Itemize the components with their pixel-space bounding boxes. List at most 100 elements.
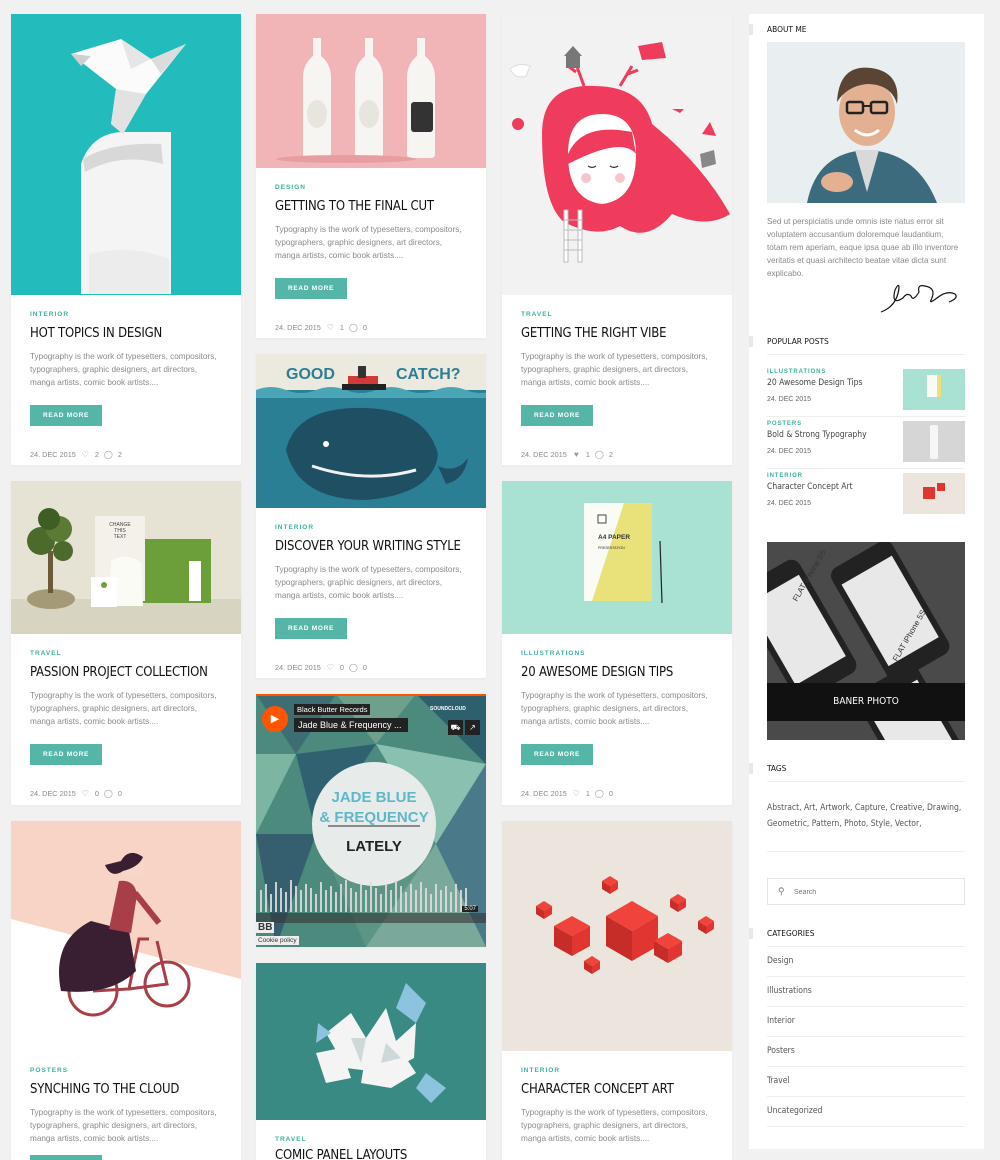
share-icon[interactable]: ↗ xyxy=(465,720,480,735)
heading-marker xyxy=(749,336,753,347)
categories-heading: CATEGORIES xyxy=(767,928,815,938)
post-category[interactable]: TRAVEL xyxy=(30,650,222,658)
read-more-button-partial[interactable] xyxy=(30,1155,102,1160)
heart-icon[interactable]: ♡ xyxy=(81,450,90,459)
soundcloud-embed: JADE BLUE & FREQUENCY LATELY ▶ Black But… xyxy=(256,694,486,947)
search-box[interactable]: ⚲ xyxy=(767,878,965,905)
whale-text-good: GOOD xyxy=(286,366,335,383)
post-date: 24. DEC 2015 xyxy=(275,323,321,332)
post-excerpt: Typography is the work of typesetters, c… xyxy=(30,691,217,726)
post-title[interactable]: DISCOVER YOUR WRITING STYLE xyxy=(275,539,467,555)
soundcloud-brand[interactable]: SOUNDCLOUD xyxy=(430,706,466,712)
search-icon[interactable]: ⚲ xyxy=(778,886,785,897)
comment-icon[interactable]: ◯ xyxy=(104,450,113,459)
post-category[interactable]: POSTERS xyxy=(30,1067,222,1075)
category-link-travel[interactable]: Travel xyxy=(767,1067,965,1097)
search-input[interactable] xyxy=(794,883,954,901)
post-title[interactable]: PASSION PROJECT COLLECTION xyxy=(30,665,222,681)
comment-icon[interactable]: ◯ xyxy=(349,323,358,332)
post-category[interactable]: INTERIOR xyxy=(521,1067,713,1075)
post-title[interactable]: CHARACTER CONCEPT ART xyxy=(521,1082,713,1098)
post-category[interactable]: ILLUSTRATIONS xyxy=(521,650,713,658)
post-date: 24. DEC 2015 xyxy=(521,789,567,798)
category-link-interior[interactable]: Interior xyxy=(767,1007,965,1037)
popular-post-thumb[interactable] xyxy=(903,369,965,410)
category-link-illustrations[interactable]: Illustrations xyxy=(767,977,965,1007)
paper-title: A4 PAPER xyxy=(598,534,630,541)
popular-post-thumb[interactable] xyxy=(903,421,965,462)
post-card-character: INTERIOR CHARACTER CONCEPT ART Typograph… xyxy=(502,821,732,1160)
read-more-button[interactable]: READ MORE xyxy=(521,405,593,426)
post-date: 24. DEC 2015 xyxy=(30,789,76,798)
post-image-cyclist[interactable] xyxy=(11,821,241,1053)
read-more-button[interactable]: READ MORE xyxy=(521,744,593,765)
comment-icon[interactable]: ◯ xyxy=(349,663,358,672)
comment-count: 0 xyxy=(117,789,122,798)
post-card-comic-panel: TRAVEL COMIC PANEL LAYOUTS xyxy=(256,963,486,1160)
comment-icon[interactable]: ◯ xyxy=(595,789,604,798)
post-category[interactable]: INTERIOR xyxy=(275,524,467,532)
post-category[interactable]: TRAVEL xyxy=(521,311,713,319)
read-more-button[interactable]: READ MORE xyxy=(275,618,347,639)
category-link-posters[interactable]: Posters xyxy=(767,1037,965,1067)
cookie-policy-link[interactable]: Cookie policy xyxy=(256,936,299,945)
banner-caption[interactable]: BANER PHOTO xyxy=(767,683,965,721)
divider xyxy=(767,781,965,782)
post-image-whale[interactable]: GOOD CATCH? xyxy=(256,354,486,508)
art-line3: LATELY xyxy=(346,838,402,855)
read-more-button[interactable]: READ MORE xyxy=(30,744,102,765)
banner-photo[interactable]: FLAT iPhone 5S FLAT iPhone 5S BANER PHOT… xyxy=(767,542,965,740)
category-link-uncategorized[interactable]: Uncategorized xyxy=(767,1097,965,1127)
post-image-leaves[interactable] xyxy=(256,963,486,1120)
bb-logo: BB xyxy=(256,922,275,933)
popular-post-item[interactable]: POSTERS Bold & Strong Typography 24. DEC… xyxy=(767,421,965,469)
sidebar: ABOUT ME Sed ut perspiciatis unde omnis … xyxy=(749,14,984,1149)
tag-cloud[interactable]: Abstract, Art, Artwork, Capture, Creativ… xyxy=(767,800,965,832)
post-title[interactable]: GETTING THE RIGHT VIBE xyxy=(521,326,713,342)
play-button[interactable]: ▶ xyxy=(262,706,288,732)
post-category[interactable]: INTERIOR xyxy=(30,311,222,319)
heart-icon[interactable]: ♡ xyxy=(81,789,90,798)
post-meta: 24. DEC 2015 ♡ 0 ◯ 0 xyxy=(30,789,222,798)
heart-icon[interactable]: ♡ xyxy=(572,789,581,798)
track-time: 5:07 xyxy=(462,906,478,912)
post-title[interactable]: HOT TOPICS IN DESIGN xyxy=(30,326,222,342)
post-title[interactable]: 20 AWESOME DESIGN TIPS xyxy=(521,665,713,681)
post-image-red-hair-girl[interactable] xyxy=(502,14,732,295)
whale-text-catch: CATCH? xyxy=(396,366,461,383)
post-card-passion-project: CHANGE THIS TEXT TRAVEL PASSION PROJECT … xyxy=(11,481,241,805)
comment-icon[interactable]: ◯ xyxy=(104,789,113,798)
post-excerpt: Typography is the work of typesetters, c… xyxy=(275,225,462,260)
svg-text:TEXT: TEXT xyxy=(114,534,127,540)
cart-icon[interactable]: ⛟ xyxy=(448,720,463,735)
post-image-bottles[interactable] xyxy=(256,14,486,168)
popular-post-thumb[interactable] xyxy=(903,473,965,514)
comment-icon[interactable]: ◯ xyxy=(595,450,604,459)
popular-post-item[interactable]: INTERIOR Character Concept Art 24. DEC 2… xyxy=(767,473,965,521)
post-category[interactable]: DESIGN xyxy=(275,184,467,192)
heart-icon[interactable]: ♡ xyxy=(326,323,335,332)
post-title[interactable]: SYNCHING TO THE CLOUD xyxy=(30,1082,222,1098)
post-title[interactable]: COMIC PANEL LAYOUTS xyxy=(275,1148,467,1160)
post-image-a4-paper[interactable]: A4 PAPER PRESENTATION xyxy=(502,481,732,634)
post-image-red-cubes[interactable] xyxy=(502,821,732,1051)
post-excerpt: Typography is the work of typesetters, c… xyxy=(521,1108,708,1143)
like-count: 0 xyxy=(94,789,99,798)
category-link-design[interactable]: Design xyxy=(767,947,965,977)
art-line1: JADE BLUE xyxy=(331,789,416,806)
comment-count: 0 xyxy=(362,323,367,332)
heart-filled-icon[interactable]: ♥ xyxy=(572,450,581,459)
post-category[interactable]: TRAVEL xyxy=(275,1136,467,1144)
like-count: 0 xyxy=(339,663,344,672)
read-more-button[interactable]: READ MORE xyxy=(30,405,102,426)
read-more-button[interactable]: READ MORE xyxy=(275,278,347,299)
popular-post-item[interactable]: ILLUSTRATIONS 20 Awesome Design Tips 24.… xyxy=(767,369,965,417)
post-title[interactable]: GETTING TO THE FINAL CUT xyxy=(275,199,467,215)
post-card-awesome-tips: A4 PAPER PRESENTATION ILLUSTRATIONS 20 A… xyxy=(502,481,732,805)
post-image-origami-bird[interactable] xyxy=(11,14,241,295)
soundcloud-track[interactable]: Jade Blue & Frequency ... xyxy=(294,718,408,732)
soundcloud-label[interactable]: Black Butter Records xyxy=(294,704,371,715)
post-meta: 24. DEC 2015 ♡ 2 ◯ 2 xyxy=(30,450,222,459)
heart-icon[interactable]: ♡ xyxy=(326,663,335,672)
post-image-stationery[interactable]: CHANGE THIS TEXT xyxy=(11,481,241,634)
